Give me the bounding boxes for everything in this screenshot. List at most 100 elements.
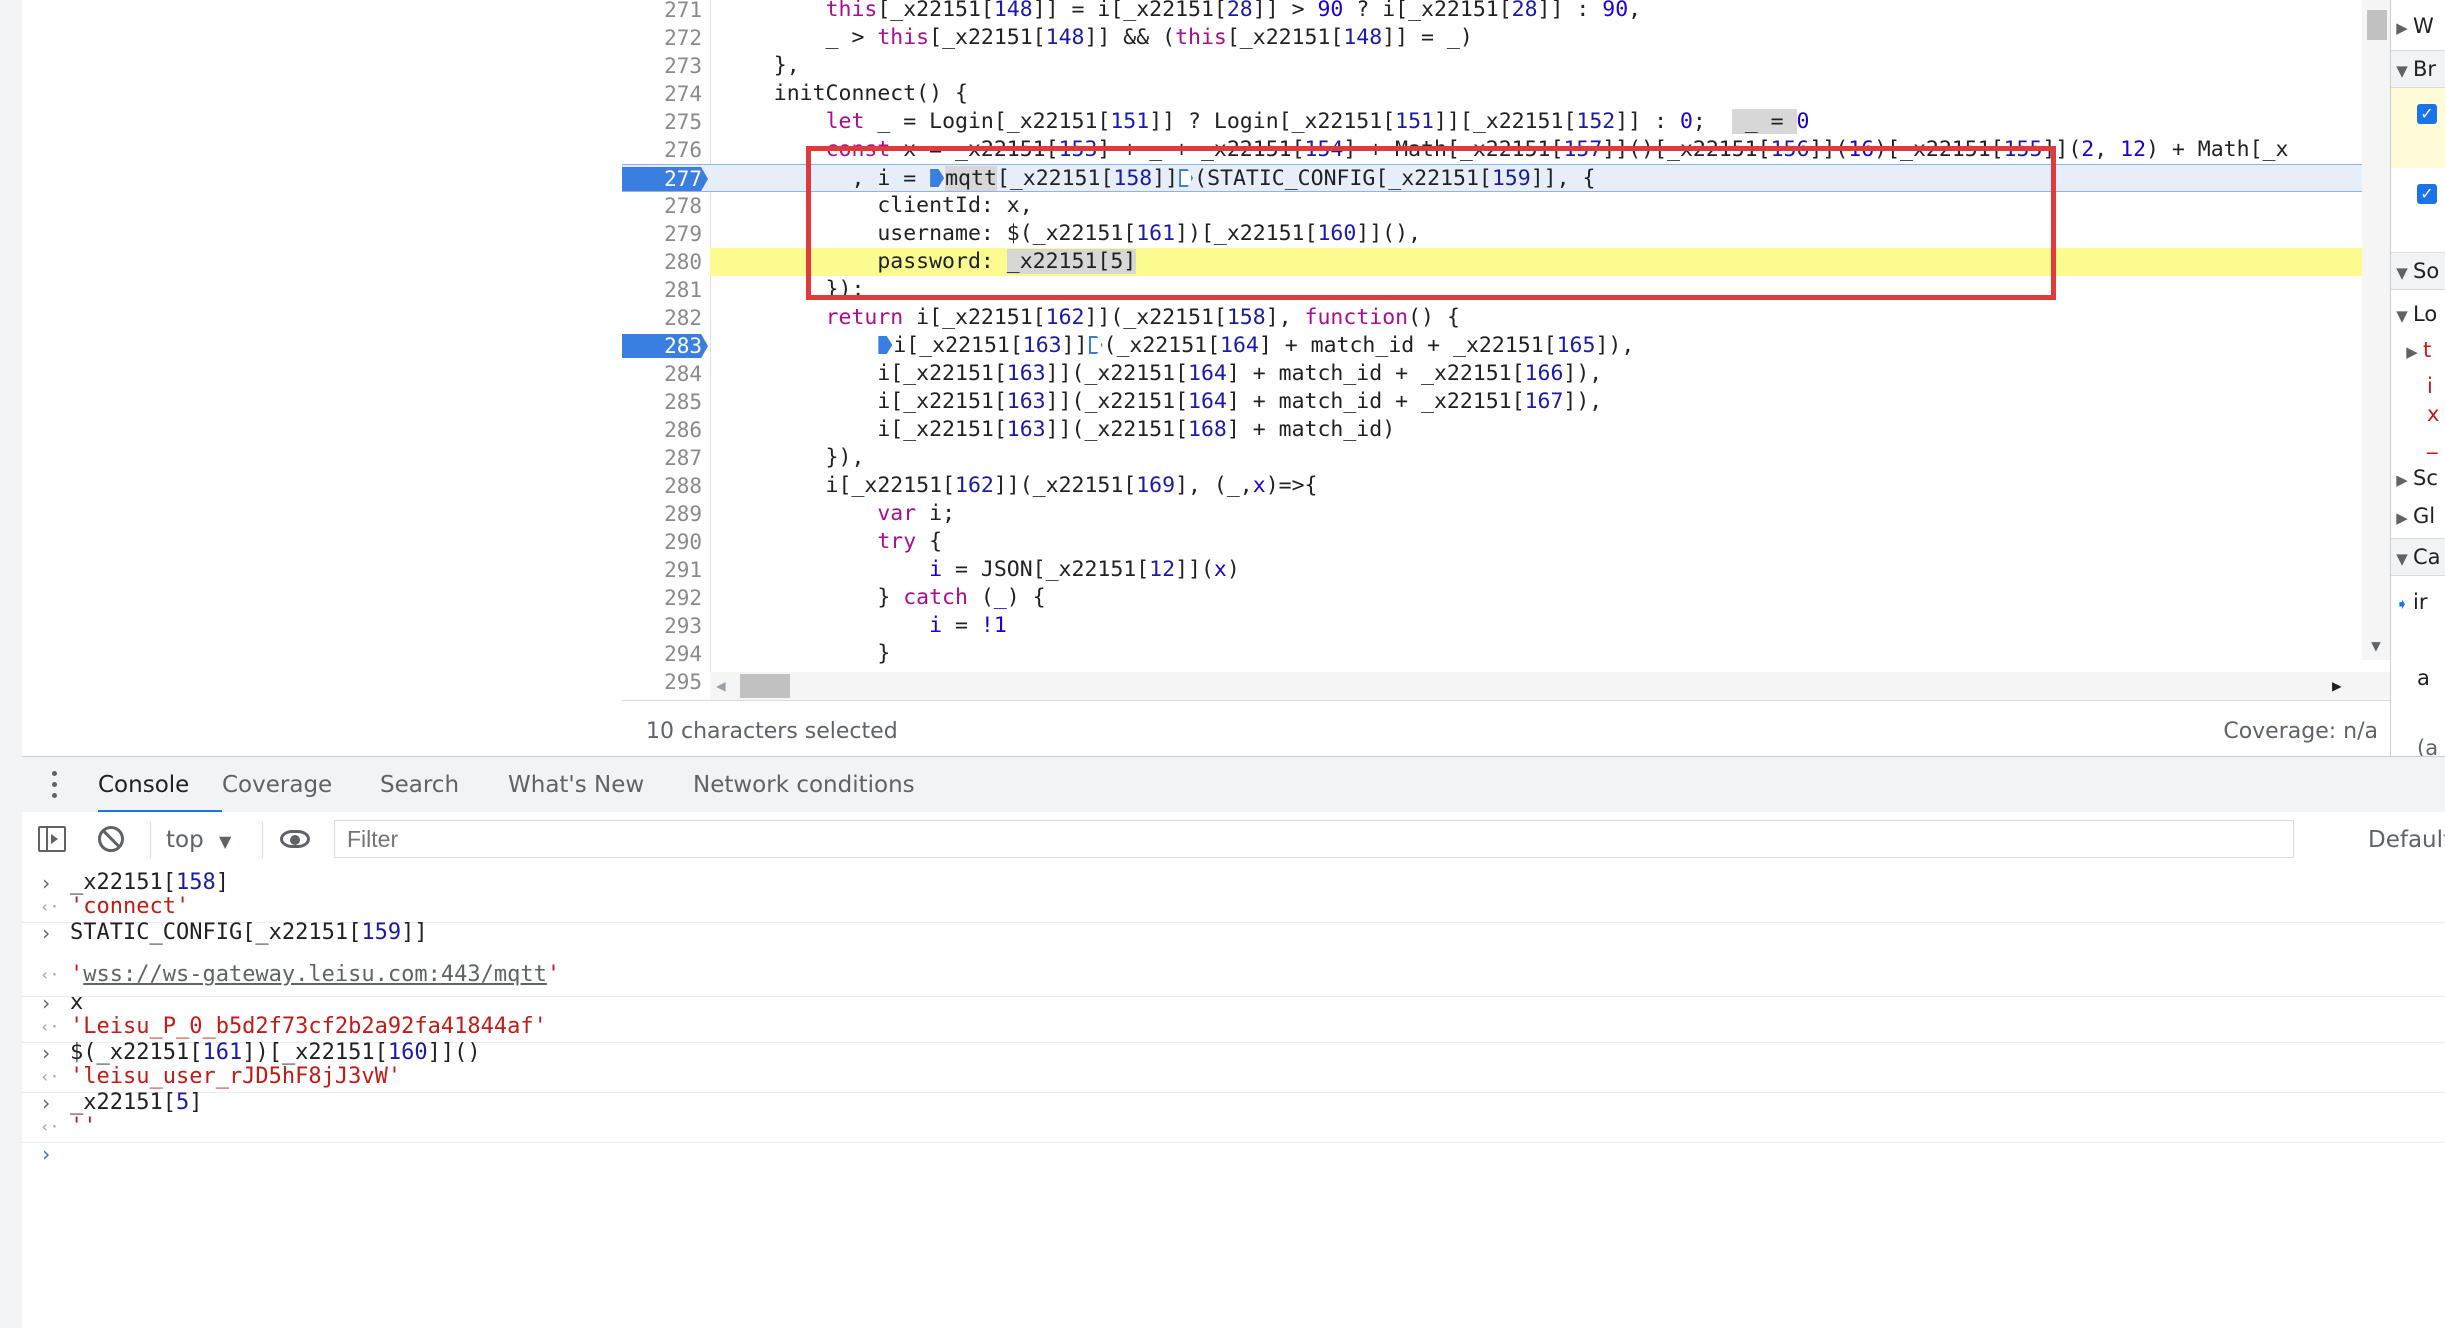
console-input-row[interactable]: › STATIC_CONFIG[_x22151[159]] [22, 920, 2445, 946]
line-number[interactable]: 276 [622, 136, 702, 164]
line-number[interactable]: 293 [622, 612, 702, 640]
clear-console-icon[interactable] [98, 826, 124, 852]
code-line[interactable]: 272 _ > this[_x22151[148]] && (this[_x22… [622, 24, 2390, 52]
scroll-right-arrow-icon[interactable]: ▶ [2332, 674, 2352, 698]
code-line[interactable]: 290 try { [622, 528, 2390, 556]
console-result-row[interactable]: ‹· 'Leisu_P_0_b5d2f73cf2b2a92fa41844af' [22, 1014, 2445, 1043]
code-line[interactable]: 275 let _ = Login[_x22151[151]] ? Login[… [622, 108, 2390, 136]
tab-console[interactable]: Console [98, 757, 189, 813]
more-tabs-menu-icon[interactable] [52, 771, 58, 799]
console-input-row[interactable]: › $(_x22151[161])[_x22151[160]]() [22, 1040, 2445, 1066]
section-breakpoints[interactable]: ▼ Br [2391, 50, 2445, 88]
code-text[interactable]: try { [722, 528, 942, 556]
code-line[interactable]: 284 i[_x22151[163]](_x22151[164] + match… [622, 360, 2390, 388]
console-prompt[interactable]: › [22, 1140, 2445, 1168]
line-number[interactable]: 282 [622, 304, 702, 332]
console-messages[interactable]: › _x22151[158] ‹·'connect' › STATIC_CONFIG[_… [22, 868, 2445, 1328]
code-line[interactable]: 274 initConnect() { [622, 80, 2390, 108]
line-number[interactable]: 284 [622, 360, 702, 388]
line-number[interactable]: 279 [622, 220, 702, 248]
debugger-sidebar[interactable]: ▶ W ▼ Br ✓ ✓ ▼ So ▼ Lo ▶ t i x _ ▶ Sc ▶ Gl ▼ Ca … [2390, 0, 2445, 756]
vertical-scroll-thumb[interactable] [2367, 10, 2387, 40]
code-text[interactable]: i = JSON[_x22151[12]](x) [722, 556, 1240, 584]
tab-network-conditions[interactable]: Network conditions [693, 757, 915, 813]
code-text[interactable]: i[_x22151[163]](_x22151[164] + match_id … [722, 388, 1602, 416]
console-result-row[interactable]: ‹· 'leisu_user_rJD5hF8jJ3vW' [22, 1064, 2445, 1093]
code-text[interactable]: i[_x22151[162]](_x22151[169], (_,x)=>{ [722, 472, 1318, 500]
call-frame[interactable]: ➧ ir [2391, 584, 2445, 620]
code-text[interactable]: var i; [722, 500, 955, 528]
console-result-row[interactable]: ‹· 'wss://ws-gateway.leisu.com:443/mqtt' [22, 962, 2445, 997]
code-line[interactable]: 283 i[_x22151[163]] (_x22151[164] + match… [622, 332, 2390, 360]
scope-script[interactable]: ▶ Sc [2391, 460, 2445, 496]
code-text[interactable]: i[_x22151[163]](_x22151[164] + match_id … [722, 332, 1634, 360]
scope-item[interactable]: ▶ t [2391, 332, 2445, 368]
line-number[interactable]: 287 [622, 444, 702, 472]
code-text[interactable]: }), [722, 444, 865, 472]
vertical-scrollbar[interactable] [2362, 0, 2390, 660]
call-frame[interactable]: (a [2391, 730, 2445, 756]
line-number[interactable]: 278 [622, 192, 702, 220]
console-result-row[interactable]: ‹· '' [22, 1114, 2445, 1143]
line-number[interactable]: 272 [622, 24, 702, 52]
section-scope[interactable]: ▼ So [2391, 252, 2445, 290]
code-line[interactable]: 288 i[_x22151[162]](_x22151[169], (_,x)=… [622, 472, 2390, 500]
line-number[interactable]: 291 [622, 556, 702, 584]
tab-search[interactable]: Search [380, 757, 459, 813]
console-result[interactable]: 'wss://ws-gateway.leisu.com:443/mqtt' [70, 962, 560, 988]
code-text[interactable]: initConnect() { [722, 80, 968, 108]
code-line[interactable]: 271 this[_x22151[148]] = i[_x22151[28]] … [622, 0, 2390, 24]
coverage-status[interactable]: Coverage: n/a [2223, 719, 2378, 744]
code-line[interactable]: 289 var i; [622, 500, 2390, 528]
code-text[interactable]: this[_x22151[148]] = i[_x22151[28]] > 90… [722, 0, 1642, 24]
line-number[interactable]: 288 [622, 472, 702, 500]
scope-global[interactable]: ▶ Gl [2391, 498, 2445, 534]
console-input-row[interactable]: › _x22151[158] [22, 870, 2445, 896]
line-number[interactable]: 285 [622, 388, 702, 416]
tab-coverage[interactable]: Coverage [222, 757, 332, 813]
line-number[interactable]: 281 [622, 276, 702, 304]
horizontal-scrollbar[interactable] [710, 672, 2390, 700]
code-line[interactable]: 292 } catch (_) { [622, 584, 2390, 612]
line-number[interactable]: 294 [622, 640, 702, 668]
line-number[interactable]: 290 [622, 528, 702, 556]
console-result-row[interactable]: ‹· 'connect' [22, 894, 2445, 923]
code-text[interactable]: i[_x22151[163]](_x22151[164] + match_id … [722, 360, 1602, 388]
code-line[interactable]: 287 }), [622, 444, 2390, 472]
code-line[interactable]: 282 return i[_x22151[162]](_x22151[158],… [622, 304, 2390, 332]
context-selector[interactable]: top ▼ [166, 822, 231, 858]
filter-box[interactable] [334, 820, 2294, 858]
filter-input[interactable] [335, 821, 2293, 857]
code-line[interactable]: 293 i = !1 [622, 612, 2390, 640]
code-text[interactable]: let _ = Login[_x22151[151]] ? Login[_x22… [722, 108, 1809, 136]
code-line[interactable]: 286 i[_x22151[163]](_x22151[168] + match… [622, 416, 2390, 444]
scroll-down-arrow-icon[interactable]: ▼ [2364, 636, 2388, 660]
line-number[interactable]: 277 [622, 165, 702, 193]
code-text[interactable]: }, [722, 52, 800, 80]
code-line[interactable]: 291 i = JSON[_x22151[12]](x) [622, 556, 2390, 584]
call-frame[interactable]: a [2391, 660, 2445, 696]
section-watch[interactable]: ▶ W [2391, 8, 2445, 44]
inline-breakpoint-icon[interactable] [1088, 336, 1103, 354]
log-levels-dropdown[interactable]: Default [2368, 822, 2445, 858]
line-number[interactable]: 292 [622, 584, 702, 612]
scroll-left-arrow-icon[interactable]: ◀ [716, 674, 736, 698]
code-text[interactable]: i = !1 [722, 612, 1007, 640]
console-input-row[interactable]: › _x22151[5] [22, 1090, 2445, 1116]
line-number[interactable]: 289 [622, 500, 702, 528]
line-number[interactable]: 280 [622, 248, 702, 276]
horizontal-scroll-thumb[interactable] [740, 674, 790, 698]
scope-local[interactable]: ▼ Lo [2391, 296, 2445, 332]
sidebar-toggle-icon[interactable] [38, 826, 66, 852]
code-text[interactable]: } [722, 640, 890, 668]
inline-breakpoint-icon[interactable] [878, 336, 893, 354]
line-number[interactable]: 273 [622, 52, 702, 80]
live-expression-eye-icon[interactable] [280, 830, 310, 848]
source-editor[interactable]: 271 this[_x22151[148]] = i[_x22151[28]] … [622, 0, 2390, 700]
console-input-row[interactable]: › x [22, 990, 2445, 1016]
url-link[interactable]: wss://ws-gateway.leisu.com:443/mqtt [83, 962, 547, 987]
line-number[interactable]: 286 [622, 416, 702, 444]
code-line[interactable]: 273 }, [622, 52, 2390, 80]
breakpoint-checkbox[interactable]: ✓ [2417, 184, 2437, 204]
code-line[interactable]: 285 i[_x22151[163]](_x22151[164] + match… [622, 388, 2390, 416]
